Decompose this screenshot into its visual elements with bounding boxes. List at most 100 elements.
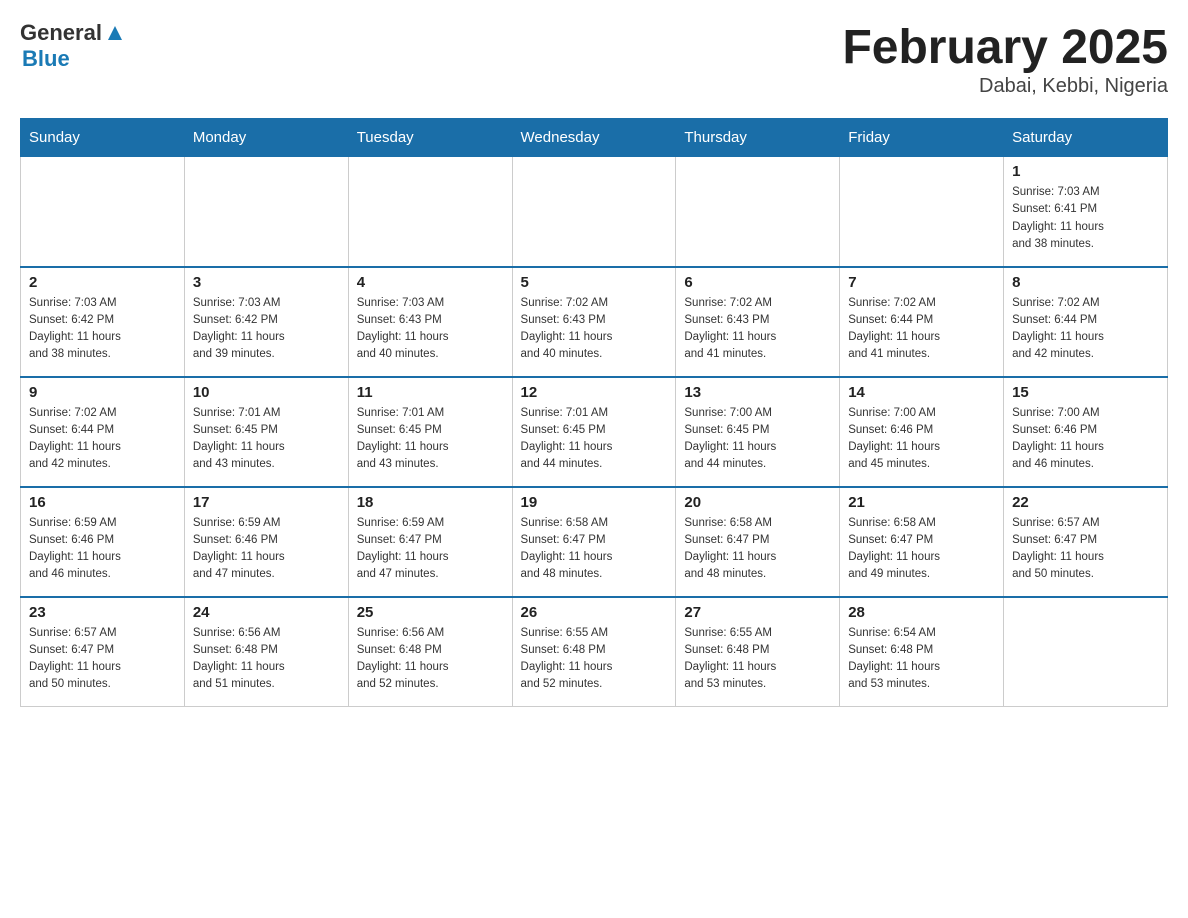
table-row: 5Sunrise: 7:02 AMSunset: 6:43 PMDaylight… — [512, 267, 676, 377]
table-row: 24 Sunrise: 6:56 AMSunset: 6:48 PMDayligh… — [184, 597, 348, 707]
col-tuesday: Tuesday — [348, 119, 512, 157]
logo-general-text: General — [20, 20, 102, 46]
col-thursday: Thursday — [676, 119, 840, 157]
table-row: 4Sunrise: 7:03 AMSunset: 6:43 PMDaylight… — [348, 267, 512, 377]
table-row — [21, 157, 185, 267]
table-row: 20 Sunrise: 6:58 AMSunset: 6:47 PMDayligh… — [676, 487, 840, 597]
month-title: February 2025 — [842, 20, 1168, 75]
day-info: Sunrise: 6:57 AMSunset: 6:47 PMDaylight:… — [1012, 515, 1159, 584]
day-number: 19 — [521, 494, 668, 511]
table-row — [348, 157, 512, 267]
table-row: 17Sunrise: 6:59 AMSunset: 6:46 PMDayligh… — [184, 487, 348, 597]
col-monday: Monday — [184, 119, 348, 157]
day-number: 28 — [848, 604, 995, 621]
table-row: 28Sunrise: 6:54 AMSunset: 6:48 PMDayligh… — [840, 597, 1004, 707]
table-row: 15Sunrise: 7:00 AMSunset: 6:46 PMDayligh… — [1004, 377, 1168, 487]
table-row: 23 Sunrise: 6:57 AMSunset: 6:47 PMDayligh… — [21, 597, 185, 707]
day-number: 12 — [521, 384, 668, 401]
day-info: Sunrise: 6:59 AMSunset: 6:47 PMDaylight:… — [357, 515, 504, 584]
day-number: 5 — [521, 274, 668, 291]
day-info: Sunrise: 6:59 AMSunset: 6:46 PMDaylight:… — [29, 515, 176, 584]
day-number: 15 — [1012, 384, 1159, 401]
day-info: Sunrise: 6:58 AMSunset: 6:47 PMDaylight:… — [684, 515, 831, 584]
title-section: February 2025 Dabai, Kebbi, Nigeria — [842, 20, 1168, 98]
day-info: Sunrise: 7:01 AMSunset: 6:45 PMDaylight:… — [193, 405, 340, 474]
day-number: 4 — [357, 274, 504, 291]
day-number: 20 — [684, 494, 831, 511]
col-wednesday: Wednesday — [512, 119, 676, 157]
day-number: 9 — [29, 384, 176, 401]
table-row — [1004, 597, 1168, 707]
day-number: 27 — [684, 604, 831, 621]
table-row: 21Sunrise: 6:58 AMSunset: 6:47 PMDayligh… — [840, 487, 1004, 597]
day-number: 17 — [193, 494, 340, 511]
table-row: 13Sunrise: 7:00 AMSunset: 6:45 PMDayligh… — [676, 377, 840, 487]
day-info: Sunrise: 7:01 AMSunset: 6:45 PMDaylight:… — [521, 405, 668, 474]
day-number: 23 — [29, 604, 176, 621]
day-info: Sunrise: 6:57 AMSunset: 6:47 PMDaylight:… — [29, 625, 176, 694]
table-row: 9 Sunrise: 7:02 AMSunset: 6:44 PMDaylight… — [21, 377, 185, 487]
table-row: 10 Sunrise: 7:01 AMSunset: 6:45 PMDayligh… — [184, 377, 348, 487]
day-number: 10 — [193, 384, 340, 401]
day-number: 7 — [848, 274, 995, 291]
calendar-week-row: 2 Sunrise: 7:03 AMSunset: 6:42 PMDaylight… — [21, 267, 1168, 377]
day-number: 11 — [357, 384, 504, 401]
day-info: Sunrise: 7:02 AMSunset: 6:44 PMDaylight:… — [1012, 295, 1159, 364]
day-number: 26 — [521, 604, 668, 621]
day-info: Sunrise: 7:03 AMSunset: 6:42 PMDaylight:… — [193, 295, 340, 364]
table-row: 16 Sunrise: 6:59 AMSunset: 6:46 PMDayligh… — [21, 487, 185, 597]
table-row: 19 Sunrise: 6:58 AMSunset: 6:47 PMDayligh… — [512, 487, 676, 597]
table-row — [512, 157, 676, 267]
table-row: 1 Sunrise: 7:03 AMSunset: 6:41 PMDaylight… — [1004, 157, 1168, 267]
logo: General Blue — [20, 20, 126, 72]
table-row: 25 Sunrise: 6:56 AMSunset: 6:48 PMDayligh… — [348, 597, 512, 707]
table-row: 27 Sunrise: 6:55 AMSunset: 6:48 PMDayligh… — [676, 597, 840, 707]
day-info: Sunrise: 7:02 AMSunset: 6:43 PMDaylight:… — [684, 295, 831, 364]
day-info: Sunrise: 6:55 AMSunset: 6:48 PMDaylight:… — [521, 625, 668, 694]
calendar-week-row: 1 Sunrise: 7:03 AMSunset: 6:41 PMDaylight… — [21, 157, 1168, 267]
day-info: Sunrise: 7:03 AMSunset: 6:42 PMDaylight:… — [29, 295, 176, 364]
table-row: 26 Sunrise: 6:55 AMSunset: 6:48 PMDayligh… — [512, 597, 676, 707]
day-number: 6 — [684, 274, 831, 291]
day-number: 22 — [1012, 494, 1159, 511]
page-header: General Blue February 2025 Dabai, Kebbi,… — [20, 20, 1168, 98]
table-row: 8Sunrise: 7:02 AMSunset: 6:44 PMDaylight… — [1004, 267, 1168, 377]
table-row: 11 Sunrise: 7:01 AMSunset: 6:45 PMDayligh… — [348, 377, 512, 487]
calendar-week-row: 23 Sunrise: 6:57 AMSunset: 6:47 PMDayligh… — [21, 597, 1168, 707]
day-number: 2 — [29, 274, 176, 291]
day-number: 18 — [357, 494, 504, 511]
calendar-week-row: 16 Sunrise: 6:59 AMSunset: 6:46 PMDayligh… — [21, 487, 1168, 597]
day-info: Sunrise: 6:58 AMSunset: 6:47 PMDaylight:… — [521, 515, 668, 584]
location: Dabai, Kebbi, Nigeria — [842, 75, 1168, 98]
day-number: 25 — [357, 604, 504, 621]
day-number: 24 — [193, 604, 340, 621]
day-info: Sunrise: 7:00 AMSunset: 6:45 PMDaylight:… — [684, 405, 831, 474]
day-info: Sunrise: 7:02 AMSunset: 6:44 PMDaylight:… — [848, 295, 995, 364]
calendar-header-row: Sunday Monday Tuesday Wednesday Thursday… — [21, 119, 1168, 157]
day-info: Sunrise: 7:03 AMSunset: 6:41 PMDaylight:… — [1012, 184, 1159, 253]
day-info: Sunrise: 6:56 AMSunset: 6:48 PMDaylight:… — [193, 625, 340, 694]
table-row: 7 Sunrise: 7:02 AMSunset: 6:44 PMDaylight… — [840, 267, 1004, 377]
day-info: Sunrise: 6:55 AMSunset: 6:48 PMDaylight:… — [684, 625, 831, 694]
day-number: 1 — [1012, 163, 1159, 180]
col-friday: Friday — [840, 119, 1004, 157]
day-info: Sunrise: 7:00 AMSunset: 6:46 PMDaylight:… — [848, 405, 995, 474]
day-info: Sunrise: 7:01 AMSunset: 6:45 PMDaylight:… — [357, 405, 504, 474]
table-row — [676, 157, 840, 267]
day-number: 3 — [193, 274, 340, 291]
day-number: 16 — [29, 494, 176, 511]
logo-triangle-icon — [104, 22, 126, 44]
table-row — [840, 157, 1004, 267]
day-number: 14 — [848, 384, 995, 401]
table-row: 6 Sunrise: 7:02 AMSunset: 6:43 PMDaylight… — [676, 267, 840, 377]
table-row: 18 Sunrise: 6:59 AMSunset: 6:47 PMDayligh… — [348, 487, 512, 597]
day-info: Sunrise: 6:56 AMSunset: 6:48 PMDaylight:… — [357, 625, 504, 694]
calendar-table: Sunday Monday Tuesday Wednesday Thursday… — [20, 118, 1168, 707]
table-row: 2 Sunrise: 7:03 AMSunset: 6:42 PMDaylight… — [21, 267, 185, 377]
table-row: 3 Sunrise: 7:03 AMSunset: 6:42 PMDaylight… — [184, 267, 348, 377]
table-row: 14 Sunrise: 7:00 AMSunset: 6:46 PMDayligh… — [840, 377, 1004, 487]
col-saturday: Saturday — [1004, 119, 1168, 157]
calendar-week-row: 9 Sunrise: 7:02 AMSunset: 6:44 PMDaylight… — [21, 377, 1168, 487]
table-row: 12 Sunrise: 7:01 AMSunset: 6:45 PMDayligh… — [512, 377, 676, 487]
day-info: Sunrise: 7:02 AMSunset: 6:44 PMDaylight:… — [29, 405, 176, 474]
